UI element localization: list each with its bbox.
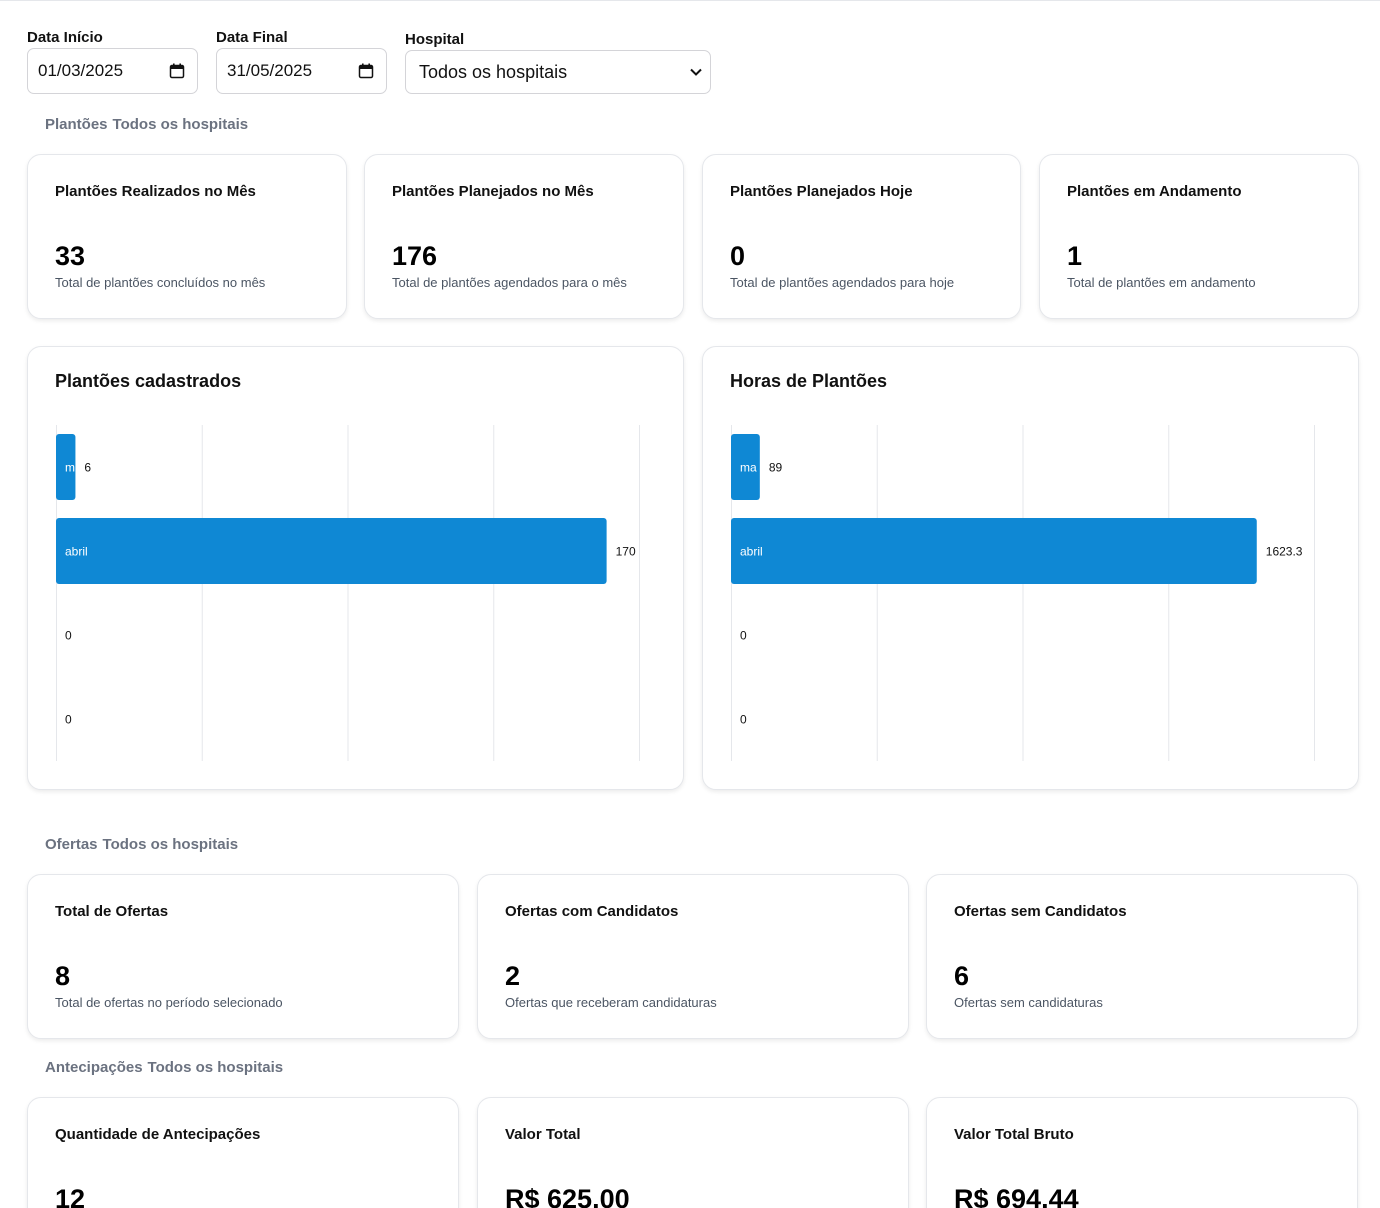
stat-title: Plantões Planejados no Mês <box>392 183 594 200</box>
bar-value-label: 89 <box>769 461 783 475</box>
chart-title: Plantões cadastrados <box>55 371 242 391</box>
stat-value: 12 <box>55 1184 86 1208</box>
hospital-select-value: Todos os hospitais <box>419 61 568 82</box>
stat-value: 6 <box>954 961 970 991</box>
stat-card-total-ofertas: Total de Ofertas 8 Total de ofertas no p… <box>27 874 459 1039</box>
stat-title: Total de Ofertas <box>55 903 169 920</box>
stat-title: Plantões Planejados Hoje <box>730 183 913 200</box>
stat-card-realizados: Plantões Realizados no Mês 33 Total de p… <box>27 154 347 319</box>
end-date-label: Data Final <box>216 29 288 46</box>
end-date-field: Data Final 31/05/2025 <box>216 29 387 94</box>
section-hospital: Todos os hospitais <box>102 836 239 853</box>
start-date-field: Data Início 01/03/2025 <box>27 29 198 94</box>
stat-description: Total de plantões em andamento <box>1067 275 1256 290</box>
stat-value: 2 <box>505 961 521 991</box>
section-title-plantoes: Plantões Todos os hospitais <box>45 116 248 133</box>
stat-description: Total de plantões concluídos no mês <box>55 275 266 290</box>
chart-title: Horas de Plantões <box>730 371 888 391</box>
stat-card-ofertas-com-candidatos: Ofertas com Candidatos 2 Ofertas que rec… <box>477 874 909 1039</box>
stat-title: Ofertas sem Candidatos <box>954 903 1127 920</box>
bar-value-label: 1623.3 <box>1266 545 1303 559</box>
stat-description: Ofertas sem candidaturas <box>954 995 1103 1010</box>
bar-category-label: ma <box>740 461 757 475</box>
chart-card-plantoes-cadastrados: m 6 abril 170 0 0 Plantões cadastrados <box>27 346 684 790</box>
start-date-value: 01/03/2025 <box>38 61 124 80</box>
stat-value: 8 <box>55 961 71 991</box>
section-name: Ofertas <box>45 836 98 853</box>
stat-card-em-andamento: Plantões em Andamento 1 Total de plantõe… <box>1039 154 1359 319</box>
stat-title: Plantões Realizados no Mês <box>55 183 256 200</box>
hospital-select[interactable]: Todos os hospitais <box>405 50 711 94</box>
stat-title: Valor Total <box>505 1126 581 1143</box>
stat-title: Quantidade de Antecipações <box>55 1126 261 1143</box>
stat-value: 1 <box>1067 241 1083 271</box>
calendar-icon[interactable] <box>169 63 185 79</box>
bar-chart-horas-plantoes: ma 89 abril 1623.3 0 0 <box>731 425 1315 761</box>
section-hospital: Todos os hospitais <box>112 116 249 133</box>
stat-value: 33 <box>55 241 86 271</box>
end-date-input[interactable]: 31/05/2025 <box>216 48 387 94</box>
hospital-field: Hospital Todos os hospitais <box>405 31 711 94</box>
bar-value-label: 0 <box>740 713 747 727</box>
stat-description: Total de plantões agendados para hoje <box>730 275 955 290</box>
stat-value: 176 <box>392 241 438 271</box>
section-title-antecipacoes: Antecipações Todos os hospitais <box>45 1059 283 1076</box>
stat-description: Total de plantões agendados para o mês <box>392 275 627 290</box>
section-hospital: Todos os hospitais <box>147 1059 284 1076</box>
stat-title: Valor Total Bruto <box>954 1126 1074 1143</box>
section-name: Antecipações <box>45 1059 143 1076</box>
start-date-label: Data Início <box>27 29 103 46</box>
stat-title: Plantões em Andamento <box>1067 183 1242 200</box>
stat-card-planejados-hoje: Plantões Planejados Hoje 0 Total de plan… <box>702 154 1021 319</box>
hospital-label: Hospital <box>405 31 465 48</box>
section-title-ofertas: Ofertas Todos os hospitais <box>45 836 238 853</box>
section-name: Plantões <box>45 116 108 133</box>
stat-card-planejados-mes: Plantões Planejados no Mês 176 Total de … <box>364 154 684 319</box>
stat-description: Ofertas que receberam candidaturas <box>505 995 717 1010</box>
bar-abril <box>56 518 607 584</box>
stat-value: R$ 694.44 <box>954 1184 1079 1208</box>
bar-value-label: 6 <box>84 461 91 475</box>
bar-value-label: 0 <box>740 629 747 643</box>
start-date-input[interactable]: 01/03/2025 <box>27 48 198 94</box>
chart-card-horas-plantoes: ma 89 abril 1623.3 0 0 Horas de Plantões <box>702 346 1359 790</box>
filter-bar: Data Início 01/03/2025 Data Final 31/05/… <box>27 29 729 94</box>
bar-category-label: abril <box>65 545 88 559</box>
bar-value-label: 170 <box>616 545 636 559</box>
stat-card-ofertas-sem-candidatos: Ofertas sem Candidatos 6 Ofertas sem can… <box>926 874 1358 1039</box>
bar-value-label: 0 <box>65 713 72 727</box>
calendar-icon[interactable] <box>358 63 374 79</box>
stat-value: 0 <box>730 241 746 271</box>
stat-title: Ofertas com Candidatos <box>505 903 679 920</box>
stat-card-quantidade-antecipacoes: Quantidade de Antecipações 12 <box>27 1097 459 1208</box>
stat-card-valor-total: Valor Total R$ 625.00 <box>477 1097 909 1208</box>
stat-description: Total de ofertas no período selecionado <box>55 995 283 1010</box>
bar-category-label: abril <box>740 545 763 559</box>
stat-value: R$ 625.00 <box>505 1184 630 1208</box>
stat-card-valor-total-bruto: Valor Total Bruto R$ 694.44 <box>926 1097 1358 1208</box>
bar-abril <box>731 518 1257 584</box>
bar-chart-plantoes-cadastrados: m 6 abril 170 0 0 <box>56 425 640 761</box>
chevron-down-icon <box>690 68 702 76</box>
bar-value-label: 0 <box>65 629 72 643</box>
end-date-value: 31/05/2025 <box>227 61 313 80</box>
bar-category-label: m <box>65 461 75 475</box>
